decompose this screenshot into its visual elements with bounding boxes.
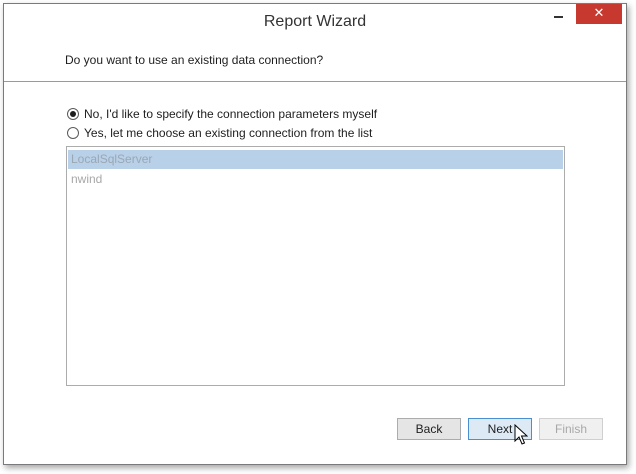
minimize-icon — [554, 16, 563, 18]
radio-checked-icon[interactable] — [67, 108, 79, 120]
list-item-nwind[interactable]: nwind — [68, 170, 563, 189]
option-specify-parameters[interactable]: No, I'd like to specify the connection p… — [67, 106, 377, 122]
wizard-header: Do you want to use an existing data conn… — [4, 38, 626, 80]
radio-unchecked-icon[interactable] — [67, 127, 79, 139]
close-button[interactable]: ✕ — [576, 4, 622, 24]
minimize-button[interactable] — [546, 4, 572, 24]
report-wizard-dialog: Report Wizard ✕ Do you want to use an ex… — [3, 3, 627, 465]
list-item-localsqlserver[interactable]: LocalSqlServer — [68, 150, 563, 169]
close-icon: ✕ — [593, 6, 605, 21]
next-button[interactable]: Next — [468, 418, 532, 440]
option-label: No, I'd like to specify the connection p… — [84, 107, 378, 121]
connections-listbox[interactable]: LocalSqlServer nwind — [66, 146, 565, 386]
title-bar[interactable]: Report Wizard ✕ — [4, 4, 626, 38]
option-choose-existing[interactable]: Yes, let me choose an existing connectio… — [67, 125, 372, 141]
header-divider — [4, 81, 626, 82]
back-button[interactable]: Back — [397, 418, 461, 440]
screenshot-background: Report Wizard ✕ Do you want to use an ex… — [0, 0, 636, 474]
page-question: Do you want to use an existing data conn… — [65, 53, 324, 67]
option-label: Yes, let me choose an existing connectio… — [84, 126, 373, 140]
finish-button[interactable]: Finish — [539, 418, 603, 440]
window-title: Report Wizard — [263, 13, 367, 30]
